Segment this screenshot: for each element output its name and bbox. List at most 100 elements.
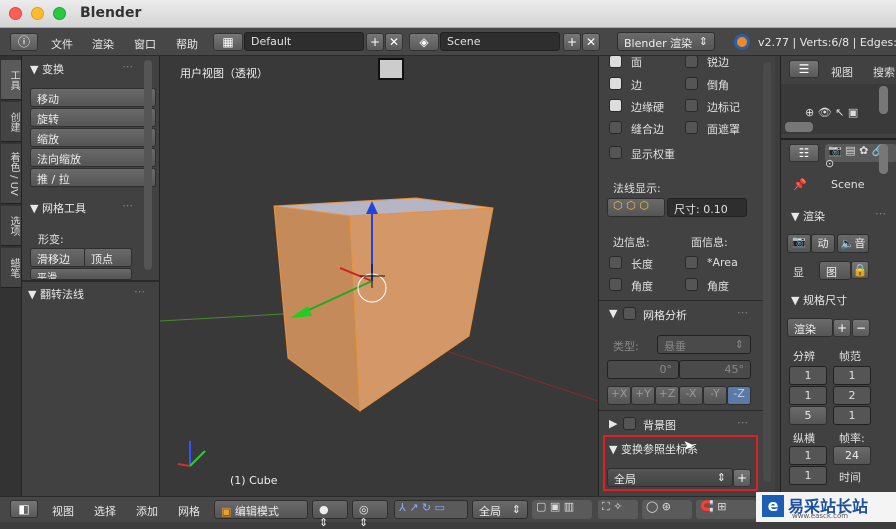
- outliner-editor-icon[interactable]: ☰: [789, 60, 819, 78]
- transform-panel-header[interactable]: ▼ 变换: [30, 61, 64, 77]
- push-pull-button[interactable]: 推 / 拉: [30, 168, 156, 187]
- show-weights-checkbox[interactable]: [609, 146, 622, 159]
- tab-shading-uv[interactable]: 着色 / UV: [1, 144, 21, 204]
- pivot-point-select[interactable]: ◎ ⇕: [352, 500, 388, 529]
- menu-select[interactable]: 选择: [94, 503, 116, 519]
- overlay-seam-checkbox[interactable]: [609, 121, 622, 134]
- drag-handle-icon[interactable]: ⋯: [122, 60, 133, 73]
- occlude-geometry-toggle[interactable]: ⛶ ✧: [598, 500, 638, 519]
- normal-scale-button[interactable]: 法向缩放: [30, 148, 156, 167]
- outliner-scrollbar[interactable]: [785, 122, 813, 132]
- visibility-eye-icon[interactable]: ⊕ 👁 ↖ ▣: [805, 106, 858, 119]
- display-mode-select[interactable]: 图: [819, 261, 851, 280]
- scene-field[interactable]: Scene: [440, 32, 560, 51]
- normals-size-field[interactable]: 尺寸: 0.10: [667, 198, 747, 217]
- properties-editor-icon[interactable]: ☷: [789, 144, 819, 162]
- axis-pos-x-button[interactable]: +X: [607, 386, 631, 405]
- menu-view[interactable]: 视图: [52, 503, 74, 519]
- overlay-sharp-checkbox[interactable]: [685, 55, 698, 68]
- normals-mode-buttons[interactable]: ⬡ ⬡ ⬡: [607, 198, 665, 217]
- transform-orientation-bottom-select[interactable]: 全局 ⇕: [472, 500, 528, 519]
- axis-neg-y-button[interactable]: -Y: [703, 386, 727, 405]
- lock-interface-icon[interactable]: 🔒: [851, 261, 869, 279]
- properties-scrollbar[interactable]: [763, 62, 771, 482]
- axis-neg-x-button[interactable]: -X: [679, 386, 703, 405]
- menu-render[interactable]: 渲染: [92, 36, 114, 52]
- manipulator-toggles[interactable]: ⅄ ↗ ↻ ▭: [394, 500, 468, 519]
- tab-create[interactable]: 创建: [1, 102, 21, 142]
- framerate-select[interactable]: 24: [833, 446, 871, 465]
- resolution-percent-field[interactable]: 5: [789, 406, 827, 425]
- tab-options[interactable]: 选项: [1, 206, 21, 246]
- range-min-field[interactable]: 0°: [607, 360, 679, 379]
- range-max-field[interactable]: 45°: [679, 360, 751, 379]
- smooth-button[interactable]: 平滑: [30, 268, 132, 280]
- render-engine-select[interactable]: Blender 渲染 ⇕: [617, 32, 715, 51]
- mesh-analysis-collapse-icon[interactable]: ▼: [609, 307, 617, 320]
- face-area-checkbox[interactable]: [685, 256, 698, 269]
- tool-shelf-scrollbar[interactable]: [144, 60, 152, 270]
- properties-editor-scrollbar[interactable]: [879, 144, 888, 174]
- 3d-view-editor-icon[interactable]: ◧: [10, 500, 38, 518]
- axis-pos-z-button[interactable]: +Z: [655, 386, 679, 405]
- overlay-edge-mark-checkbox[interactable]: [685, 99, 698, 112]
- render-preset-select[interactable]: 渲染: [787, 318, 833, 337]
- frame-step-field[interactable]: 1: [833, 406, 871, 425]
- resolution-x-field[interactable]: 1: [789, 366, 827, 385]
- overlay-face-checkbox[interactable]: [609, 55, 622, 68]
- face-angle-checkbox[interactable]: [685, 278, 698, 291]
- mesh-analysis-header[interactable]: 网格分析: [643, 307, 687, 323]
- edge-length-checkbox[interactable]: [609, 256, 622, 269]
- render-still-button[interactable]: 📷: [787, 234, 811, 253]
- add-scene-icon[interactable]: +: [563, 33, 581, 51]
- drag-handle-icon[interactable]: ⋯: [122, 199, 133, 212]
- add-preset-icon[interactable]: +: [833, 319, 851, 337]
- add-layout-icon[interactable]: +: [366, 33, 384, 51]
- frame-start-field[interactable]: 1: [833, 366, 871, 385]
- overlay-edge-checkbox[interactable]: [609, 77, 622, 90]
- background-image-checkbox[interactable]: [623, 417, 636, 430]
- transform-orientation-select[interactable]: 全局 ⇕: [607, 468, 733, 487]
- background-collapse-icon[interactable]: ▶: [609, 417, 617, 430]
- select-mode-buttons[interactable]: ▢ ▣ ▥: [532, 500, 592, 519]
- viewport-shading-select[interactable]: ● ⇕: [312, 500, 348, 529]
- outliner-view-menu[interactable]: 视图: [831, 64, 853, 80]
- zoom-window-button[interactable]: [53, 7, 66, 20]
- mesh-tools-header[interactable]: ▼ 网格工具: [30, 200, 86, 216]
- render-animation-button[interactable]: 动: [811, 234, 835, 253]
- remove-scene-icon[interactable]: ✕: [582, 33, 600, 51]
- frame-end-field[interactable]: 2: [833, 386, 871, 405]
- drag-handle-icon[interactable]: ⋯: [134, 285, 145, 298]
- drag-handle-icon[interactable]: ⋯: [737, 306, 748, 319]
- drag-handle-icon[interactable]: ⋯: [737, 416, 748, 429]
- outliner-search-menu[interactable]: 搜索: [873, 64, 895, 80]
- flip-normals-header[interactable]: ▼ 翻转法线: [28, 286, 84, 302]
- menu-help[interactable]: 帮助: [176, 36, 198, 52]
- interaction-mode-select[interactable]: ▣ 编辑模式: [214, 500, 308, 519]
- edge-slide-button[interactable]: 滑移边: [30, 248, 86, 267]
- drag-handle-icon[interactable]: ⋯: [875, 207, 886, 220]
- screen-layout-field[interactable]: Default: [244, 32, 364, 51]
- render-audio-button[interactable]: 🔈音: [837, 234, 869, 253]
- scene-icon[interactable]: ◈: [409, 33, 439, 51]
- tab-tools[interactable]: 工具: [1, 60, 21, 100]
- remove-layout-icon[interactable]: ✕: [385, 33, 403, 51]
- menu-add[interactable]: 添加: [136, 503, 158, 519]
- menu-window[interactable]: 窗口: [134, 36, 156, 52]
- resolution-y-field[interactable]: 1: [789, 386, 827, 405]
- overlay-face-mask-checkbox[interactable]: [685, 121, 698, 134]
- mesh-analysis-checkbox[interactable]: [623, 307, 636, 320]
- pin-icon[interactable]: 📌: [793, 178, 807, 191]
- add-orientation-icon[interactable]: +: [733, 469, 751, 487]
- remove-preset-icon[interactable]: −: [852, 319, 870, 337]
- snap-toggle[interactable]: 🧲 ⊞: [696, 500, 756, 519]
- axis-neg-z-button[interactable]: -Z: [727, 386, 751, 405]
- analysis-type-select[interactable]: 悬垂 ⇕: [657, 335, 751, 354]
- menu-mesh[interactable]: 网格: [178, 503, 200, 519]
- axis-pos-y-button[interactable]: +Y: [631, 386, 655, 405]
- editor-type-info-icon[interactable]: ⓘ: [10, 33, 38, 51]
- minimize-window-button[interactable]: [31, 7, 44, 20]
- screen-layout-icon[interactable]: ▦: [213, 33, 243, 51]
- aspect-y-field[interactable]: 1: [789, 466, 827, 485]
- outliner-vscroll[interactable]: [879, 86, 888, 114]
